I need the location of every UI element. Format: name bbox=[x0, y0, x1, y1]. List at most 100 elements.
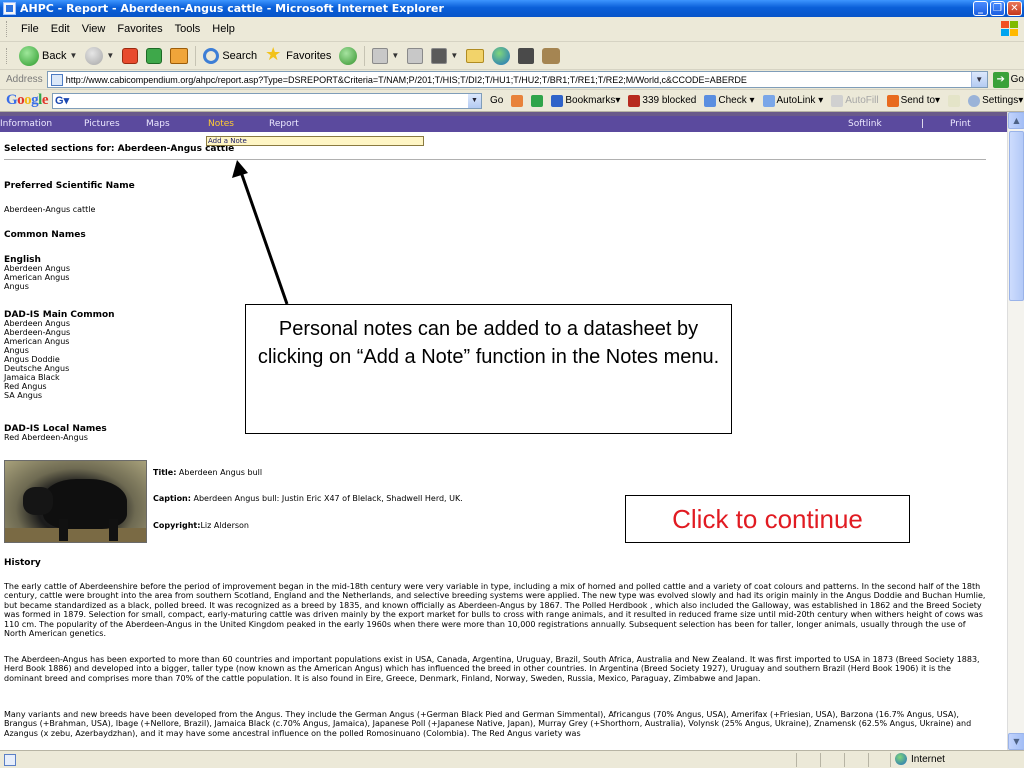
menu-favorites[interactable]: Favorites bbox=[111, 23, 168, 35]
ie-page-icon bbox=[3, 2, 16, 15]
toolbar-grip bbox=[6, 47, 9, 64]
folder-button[interactable] bbox=[462, 45, 488, 67]
edit-icon bbox=[431, 47, 448, 64]
menu-view[interactable]: View bbox=[76, 23, 112, 35]
google-pagerank-button[interactable] bbox=[531, 94, 544, 107]
nav-notes[interactable]: Notes bbox=[208, 119, 234, 129]
status-bar: Internet bbox=[0, 750, 1024, 768]
msn-button[interactable] bbox=[488, 45, 514, 67]
history-button[interactable] bbox=[335, 45, 361, 67]
history-heading: History bbox=[4, 558, 41, 568]
address-input[interactable]: http://www.cabicompendium.org/ahpc/repor… bbox=[46, 71, 988, 88]
nav-pictures[interactable]: Pictures bbox=[84, 119, 120, 129]
bull-photo[interactable] bbox=[4, 460, 147, 543]
vertical-scrollbar[interactable]: ▲ ▼ bbox=[1007, 112, 1024, 750]
highlight-button[interactable] bbox=[948, 94, 961, 107]
menu-edit[interactable]: Edit bbox=[45, 23, 76, 35]
nav-softlink[interactable]: Softlink bbox=[848, 119, 882, 129]
google-field-value: G▾ bbox=[55, 95, 70, 107]
instruction-callout: Personal notes can be added to a datashe… bbox=[245, 304, 732, 434]
search-icon bbox=[203, 47, 220, 64]
chevron-down-icon[interactable]: ▼ bbox=[450, 51, 458, 60]
close-button[interactable]: ✕ bbox=[1007, 1, 1022, 16]
spellcheck-icon bbox=[704, 94, 717, 107]
nav-report[interactable]: Report bbox=[269, 119, 299, 129]
check-label: Check ▾ bbox=[718, 95, 755, 106]
image-copyright-label: Copyright: bbox=[153, 521, 201, 530]
image-copyright-value: Liz Alderson bbox=[200, 521, 249, 530]
autolink-button[interactable]: AutoLink ▾ bbox=[762, 94, 823, 107]
settings-label: Settings▾ bbox=[982, 95, 1024, 106]
google-search-input[interactable]: G▾ ▼ bbox=[52, 92, 483, 109]
print-button[interactable] bbox=[403, 45, 427, 67]
google-logo[interactable]: Google bbox=[6, 92, 49, 109]
title-bar: AHPC - Report - Aberdeen-Angus cattle - … bbox=[0, 0, 1024, 17]
image-caption-label: Caption: bbox=[153, 494, 191, 503]
image-title-value: Aberdeen Angus bull bbox=[176, 468, 263, 477]
research-button[interactable] bbox=[514, 45, 538, 67]
forward-button[interactable]: ▼ bbox=[81, 45, 118, 67]
status-cell bbox=[890, 753, 891, 767]
research-icon bbox=[518, 47, 535, 64]
star-icon bbox=[265, 44, 283, 65]
chevron-down-icon[interactable]: ▼ bbox=[468, 93, 482, 108]
menu-tools[interactable]: Tools bbox=[169, 23, 207, 35]
back-button[interactable]: Back ▼ bbox=[15, 45, 81, 67]
go-arrow-icon: ➔ bbox=[992, 71, 1009, 88]
preferred-scientific-name-value: Aberdeen-Angus cattle bbox=[4, 205, 96, 214]
address-url[interactable]: http://www.cabicompendium.org/ahpc/repor… bbox=[66, 75, 747, 85]
minimize-button[interactable]: _ bbox=[973, 1, 988, 16]
go-button[interactable]: ➔ Go bbox=[992, 71, 1024, 88]
send-icon bbox=[886, 94, 899, 107]
chevron-down-icon[interactable]: ▼ bbox=[69, 51, 77, 60]
google-news-button[interactable] bbox=[511, 94, 524, 107]
sendto-label: Send to▾ bbox=[900, 95, 941, 106]
printer-icon bbox=[407, 47, 424, 64]
mail-button[interactable]: ▼ bbox=[368, 45, 403, 67]
spellcheck-button[interactable]: Check ▾ bbox=[704, 94, 755, 107]
bookmarks-button[interactable]: Bookmarks▾ bbox=[551, 94, 620, 107]
messenger-button[interactable] bbox=[538, 45, 564, 67]
home-button[interactable] bbox=[166, 45, 192, 67]
stop-button[interactable] bbox=[118, 45, 142, 67]
search-label: Search bbox=[222, 49, 258, 62]
status-cell bbox=[820, 753, 821, 767]
autofill-button[interactable]: AutoFill bbox=[831, 94, 879, 107]
popup-blocker-button[interactable]: 339 blocked bbox=[628, 94, 696, 107]
address-bar: Address http://www.cabicompendium.org/ah… bbox=[0, 70, 1024, 90]
stop-icon bbox=[122, 47, 139, 64]
google-go-button[interactable]: Go bbox=[490, 95, 503, 106]
refresh-button[interactable] bbox=[142, 45, 166, 67]
star-icon bbox=[551, 94, 564, 107]
toolbar-grip bbox=[6, 21, 9, 37]
sendto-button[interactable]: Send to▾ bbox=[886, 94, 941, 107]
folder-icon bbox=[466, 48, 485, 63]
menu-file[interactable]: File bbox=[15, 23, 45, 35]
search-button[interactable]: Search bbox=[199, 45, 261, 67]
globe-icon bbox=[492, 46, 511, 65]
click-to-continue-button[interactable]: Click to continue bbox=[625, 495, 910, 543]
history-paragraph: Many variants and new breeds have been d… bbox=[4, 710, 972, 738]
maximize-button[interactable]: ❐ bbox=[990, 1, 1005, 16]
back-label: Back bbox=[42, 49, 67, 62]
nav-print[interactable]: Print bbox=[950, 119, 971, 129]
chevron-down-icon[interactable]: ▼ bbox=[106, 51, 114, 60]
nav-information[interactable]: Information bbox=[0, 119, 52, 129]
page-icon bbox=[50, 73, 63, 86]
chevron-down-icon[interactable]: ▼ bbox=[391, 51, 399, 60]
zone-label: Internet bbox=[911, 753, 945, 765]
notes-dropdown-add-note[interactable]: Add a Note bbox=[206, 136, 424, 146]
edit-button[interactable]: ▼ bbox=[427, 45, 462, 67]
image-caption-value: Aberdeen Angus bull: Justin Eric X47 of … bbox=[190, 494, 463, 503]
scroll-down-button[interactable]: ▼ bbox=[1008, 733, 1024, 750]
security-zone: Internet bbox=[895, 753, 945, 765]
scroll-up-button[interactable]: ▲ bbox=[1008, 112, 1024, 129]
favorites-button[interactable]: Favorites bbox=[261, 44, 335, 67]
preferred-scientific-name-heading: Preferred Scientific Name bbox=[4, 181, 135, 191]
scroll-thumb[interactable] bbox=[1009, 131, 1024, 301]
menu-help[interactable]: Help bbox=[206, 23, 241, 35]
chevron-down-icon[interactable]: ▼ bbox=[970, 72, 987, 87]
settings-button[interactable]: Settings▾ bbox=[968, 94, 1024, 107]
highlighter-icon bbox=[948, 94, 961, 107]
nav-maps[interactable]: Maps bbox=[146, 119, 170, 129]
